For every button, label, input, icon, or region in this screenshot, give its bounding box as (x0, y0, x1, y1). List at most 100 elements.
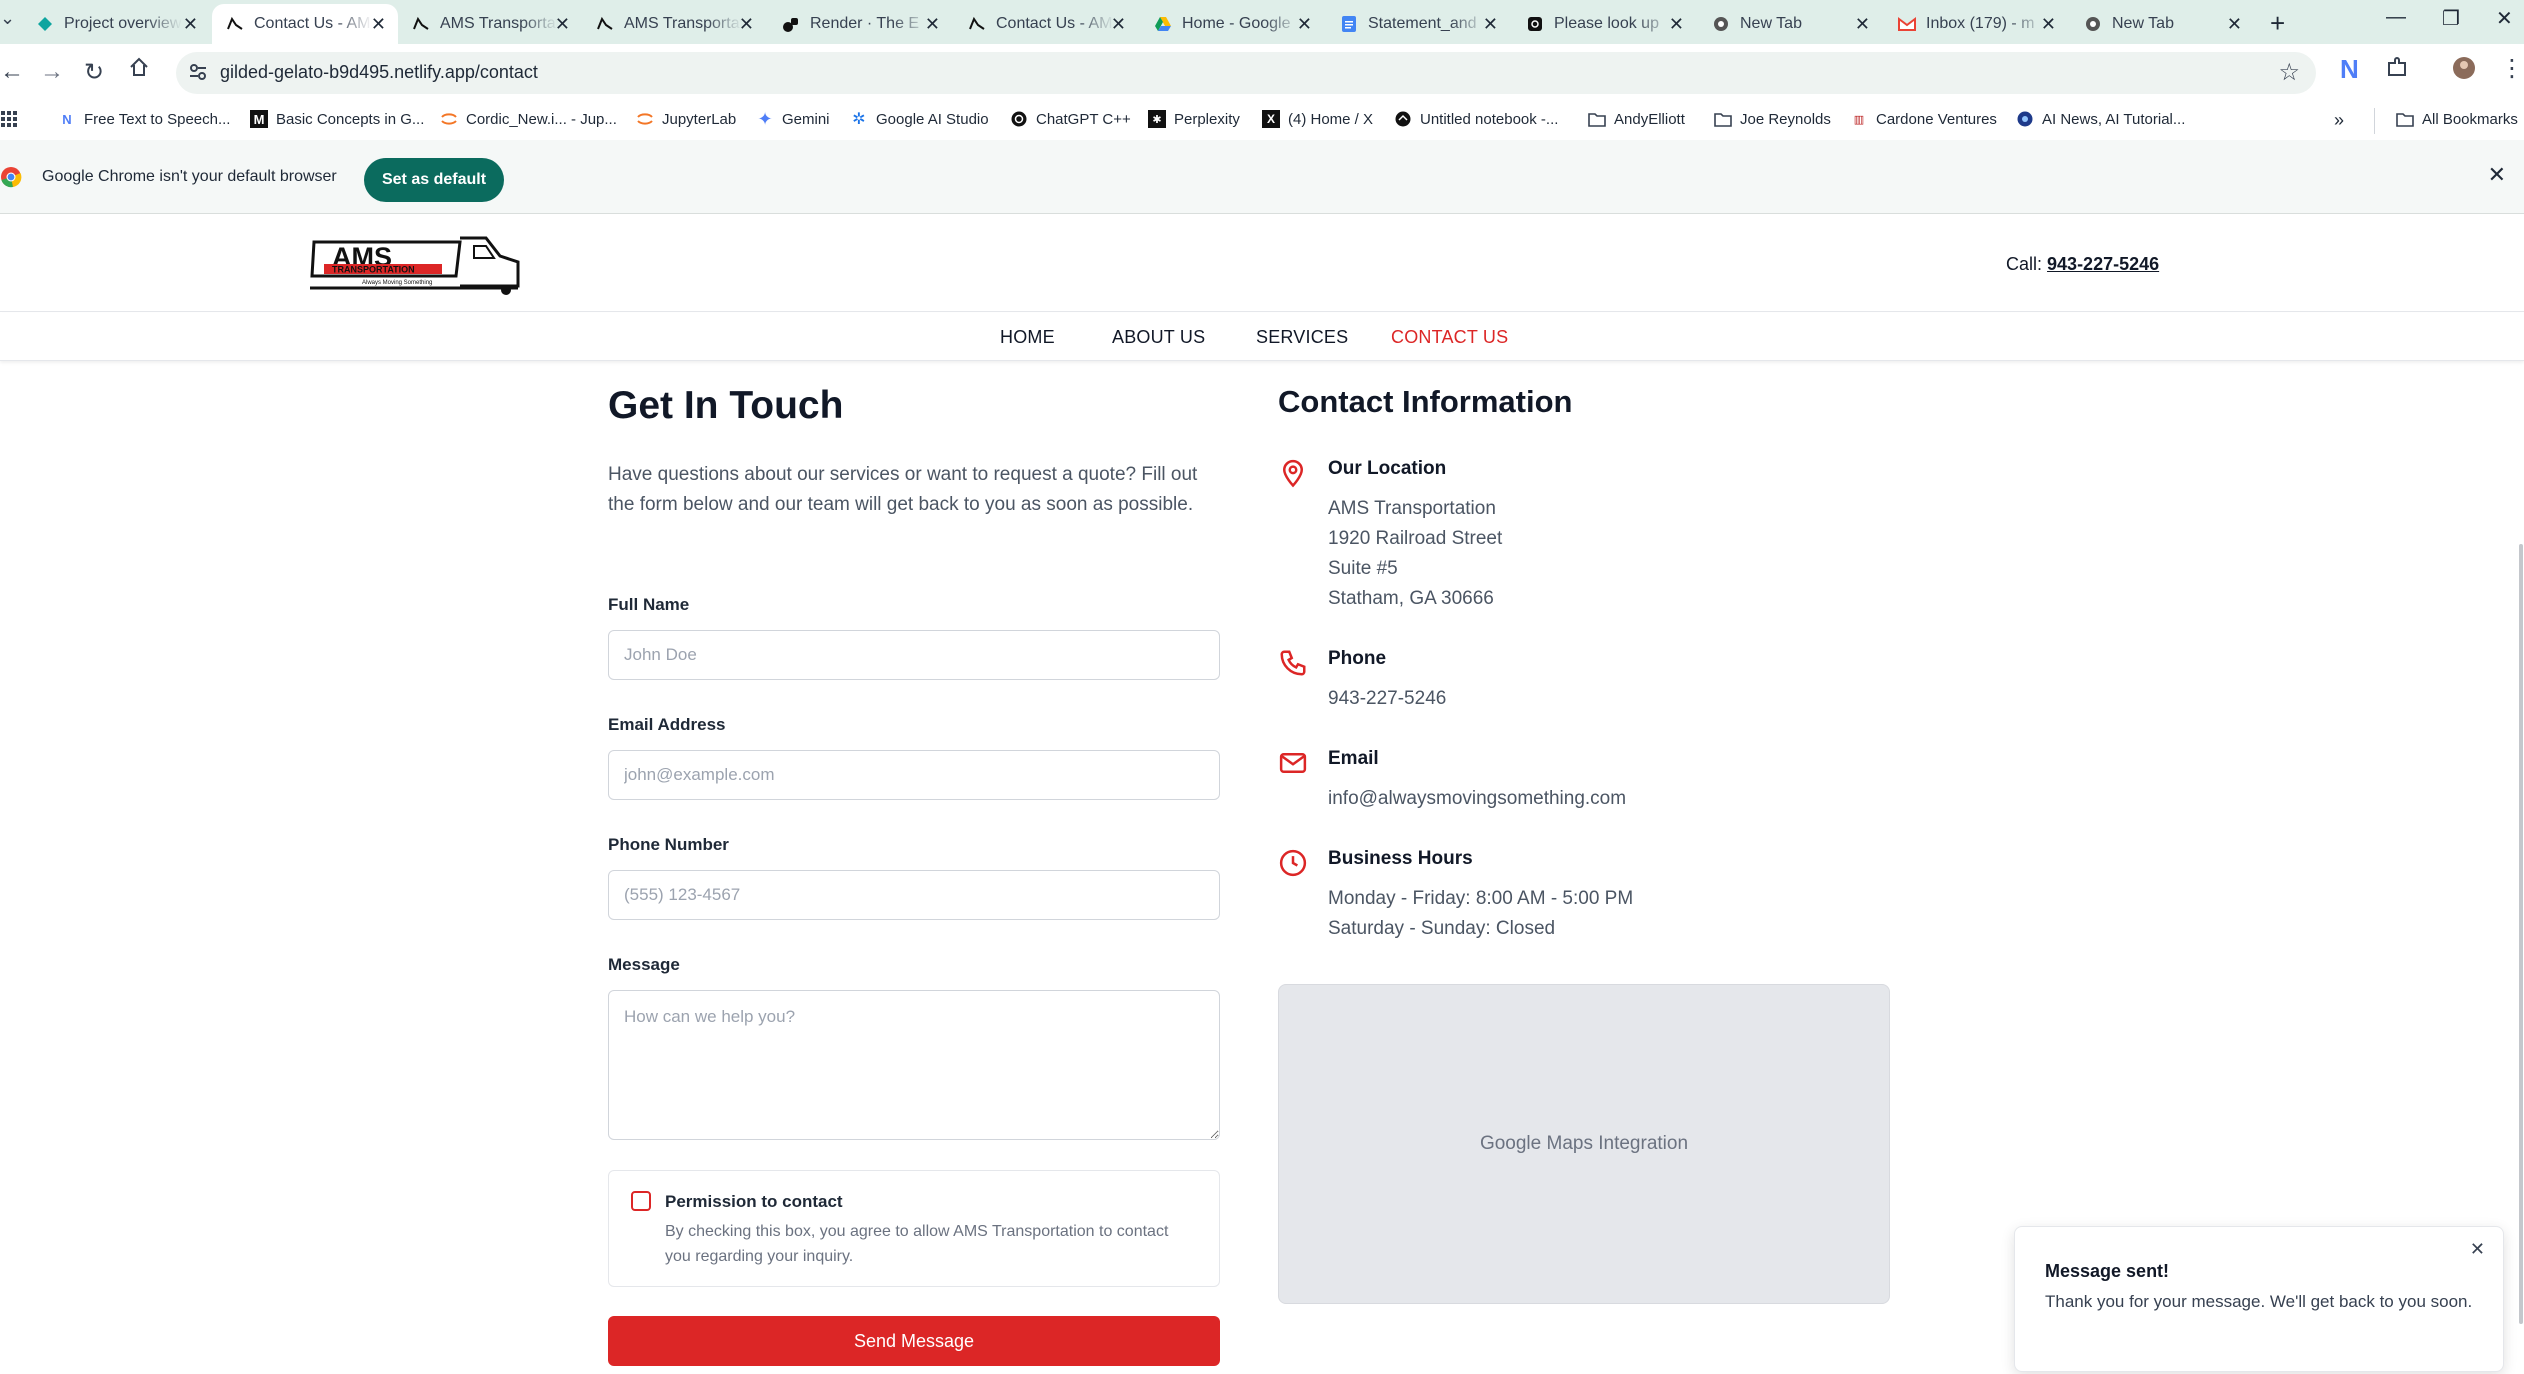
reload-icon[interactable]: ↻ (84, 58, 104, 87)
toast-body: Thank you for your message. We'll get ba… (2045, 1292, 2473, 1311)
apps-grid-icon[interactable] (0, 110, 18, 128)
tab-gmail-inbox[interactable]: Inbox (179) - m ✕ (1884, 6, 2068, 42)
nav-contact-us[interactable]: CONTACT US (1391, 327, 1508, 348)
tab-statement[interactable]: Statement_and ✕ (1326, 6, 1510, 42)
close-icon[interactable]: ✕ (739, 14, 754, 35)
tab-title: Inbox (179) - m (1926, 15, 2035, 32)
menu-kebab-icon[interactable]: ⋮ (2500, 54, 2524, 83)
call-phone-link[interactable]: 943-227-5246 (2047, 254, 2159, 274)
phone-input[interactable] (608, 870, 1220, 920)
bookmark-item[interactable]: Untitled notebook -... (1394, 110, 1558, 128)
close-icon[interactable]: ✕ (183, 14, 198, 35)
drive-icon (1154, 15, 1172, 33)
bookmark-item[interactable]: N Free Text to Speech... (58, 110, 230, 128)
address-bar[interactable]: gilded-gelato-b9d495.netlify.app/contact… (176, 52, 2316, 94)
site-settings-icon[interactable] (188, 62, 208, 87)
bookmark-item[interactable]: M Basic Concepts in G... (250, 110, 424, 128)
tab-contact-us[interactable]: Contact Us - AMS ✕ (212, 4, 398, 44)
bookmark-item[interactable]: ChatGPT C++ (1010, 110, 1131, 128)
nav-home[interactable]: HOME (1000, 327, 1055, 348)
close-icon[interactable]: ✕ (2227, 14, 2242, 35)
site-header: AMS TRANSPORTATION Always Moving Somethi… (0, 214, 2524, 312)
new-tab-icon[interactable]: + (2270, 8, 2285, 39)
bookmark-star-icon[interactable]: ☆ (2278, 58, 2300, 87)
folder-icon (2396, 110, 2414, 128)
docs-icon (1340, 15, 1358, 33)
consent-checkbox[interactable] (631, 1191, 651, 1211)
bookmark-folder[interactable]: Joe Reynolds (1714, 110, 1831, 128)
profile-avatar[interactable] (2452, 56, 2476, 87)
close-icon[interactable]: ✕ (1483, 14, 1498, 35)
clock-icon (1278, 848, 1308, 883)
tab-ams-transportation-2[interactable]: AMS Transportation ✕ (582, 6, 766, 42)
tab-google-drive[interactable]: Home - Google ✕ (1140, 6, 1324, 42)
ams-logo[interactable]: AMS TRANSPORTATION Always Moving Somethi… (310, 234, 522, 296)
truck-icon (226, 15, 244, 33)
bookmark-label: Cordic_New.i... - Jup... (466, 110, 617, 128)
send-message-button[interactable]: Send Message (608, 1316, 1220, 1366)
bookmark-label: Perplexity (1174, 110, 1240, 128)
bookmark-item[interactable]: ✦ Gemini (756, 109, 829, 129)
hours-line: Monday - Friday: 8:00 AM - 5:00 PM (1328, 888, 1634, 909)
url-text[interactable]: gilded-gelato-b9d495.netlify.app/contact (220, 62, 538, 83)
bookmark-folder[interactable]: AndyElliott (1588, 110, 1685, 128)
extension-n-icon[interactable]: N (2340, 54, 2359, 85)
notebook-icon (1394, 110, 1412, 128)
bookmark-item[interactable]: AI News, AI Tutorial... (2016, 110, 2185, 128)
bookmark-item[interactable]: ▥ Cardone Ventures (1850, 110, 1997, 128)
contact-email[interactable]: info@alwaysmovingsomething.com (1328, 788, 1626, 810)
close-icon[interactable]: ✕ (2041, 14, 2056, 35)
minimize-icon[interactable]: — (2386, 6, 2406, 29)
close-icon[interactable]: ✕ (2470, 1239, 2485, 1260)
location-line: Suite #5 (1328, 558, 1398, 579)
bookmark-item[interactable]: Cordic_New.i... - Jup... (440, 110, 617, 128)
extensions-puzzle-icon[interactable] (2386, 56, 2408, 85)
page-scrollbar[interactable] (2518, 214, 2524, 1374)
home-icon[interactable] (128, 56, 150, 85)
close-icon[interactable]: ✕ (2488, 162, 2506, 188)
close-icon[interactable]: ✕ (1111, 14, 1126, 35)
email-input[interactable] (608, 750, 1220, 800)
more-bookmarks-icon[interactable]: » (2334, 110, 2344, 131)
tab-search-icon[interactable]: ⌄ (0, 8, 15, 29)
map-placeholder[interactable]: Google Maps Integration (1278, 984, 1890, 1304)
contact-phone[interactable]: 943-227-5246 (1328, 688, 1446, 710)
tab-ams-transportation[interactable]: AMS Transportation ✕ (398, 6, 582, 42)
bookmark-item[interactable]: ✲ Google AI Studio (850, 110, 988, 129)
close-icon[interactable]: ✕ (371, 14, 386, 35)
close-icon[interactable]: ✕ (925, 14, 940, 35)
tab-new-tab-2[interactable]: New Tab ✕ (2070, 6, 2254, 42)
window-close-icon[interactable]: ✕ (2496, 6, 2513, 31)
all-bookmarks-folder[interactable]: All Bookmarks (2396, 110, 2518, 128)
bookmark-label: (4) Home / X (1288, 110, 1374, 128)
close-icon[interactable]: ✕ (1297, 14, 1312, 35)
header-call: Call: 943-227-5246 (2006, 254, 2159, 275)
set-as-default-button[interactable]: Set as default (364, 158, 504, 202)
bookmark-item[interactable]: JupyterLab (636, 110, 736, 128)
tab-contact-us-2[interactable]: Contact Us - AMS ✕ (954, 6, 1138, 42)
browser-toolbar: ← → ↻ gilded-gelato-b9d495.netlify.app/c… (0, 44, 2524, 104)
back-icon[interactable]: ← (0, 58, 24, 86)
close-icon[interactable]: ✕ (1669, 14, 1684, 35)
close-icon[interactable]: ✕ (555, 14, 570, 35)
full-name-input[interactable] (608, 630, 1220, 680)
tab-new-tab[interactable]: New Tab ✕ (1698, 6, 1882, 42)
scrollbar-thumb[interactable] (2519, 544, 2523, 1324)
nav-services[interactable]: SERVICES (1256, 327, 1348, 348)
maximize-icon[interactable]: ❐ (2442, 6, 2460, 31)
message-textarea[interactable] (608, 990, 1220, 1140)
bookmark-item[interactable]: X (4) Home / X (1262, 110, 1373, 128)
tab-project-overview[interactable]: Project overview ✕ (22, 6, 210, 42)
folder-icon (1714, 110, 1732, 128)
tab-title: Project overview (64, 15, 182, 32)
bookmark-label: ChatGPT C++ (1036, 110, 1131, 128)
tab-render[interactable]: Render · The E ✕ (768, 6, 952, 42)
contact-info-heading: Contact Information (1278, 384, 1573, 419)
email-label: Email Address (608, 715, 726, 734)
tab-please-look-up[interactable]: Please look up ✕ (1512, 6, 1696, 42)
nav-about-us[interactable]: ABOUT US (1112, 327, 1205, 348)
forward-icon[interactable]: → (40, 58, 64, 86)
close-icon[interactable]: ✕ (1855, 14, 1870, 35)
bookmark-item[interactable]: ✱ Perplexity (1148, 110, 1240, 128)
location-line: 1920 Railroad Street (1328, 528, 1503, 549)
